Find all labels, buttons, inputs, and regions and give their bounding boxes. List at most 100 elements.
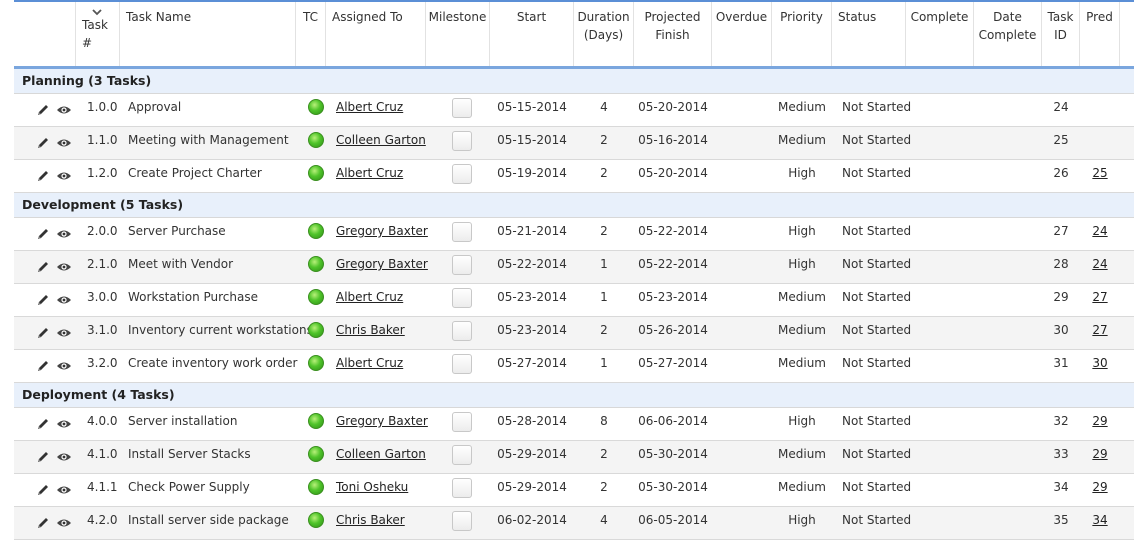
- column-header-milestone[interactable]: Milestone: [426, 2, 490, 66]
- predecessor[interactable]: [1080, 127, 1120, 159]
- predecessor-link[interactable]: 25: [1092, 166, 1107, 180]
- group-header[interactable]: Planning (3 Tasks): [14, 69, 1134, 94]
- milestone-checkbox[interactable]: [452, 445, 472, 465]
- predecessor-link[interactable]: 29: [1092, 447, 1107, 461]
- predecessor[interactable]: 34: [1080, 507, 1120, 539]
- pencil-icon[interactable]: [36, 359, 50, 373]
- predecessor[interactable]: 27: [1080, 317, 1120, 349]
- table-row[interactable]: 4.1.0 Install Server Stacks Colleen Garton…: [14, 441, 1134, 474]
- column-header-priority[interactable]: Priority: [772, 2, 832, 66]
- milestone-checkbox[interactable]: [452, 478, 472, 498]
- milestone-checkbox[interactable]: [452, 321, 472, 341]
- eye-icon[interactable]: [56, 261, 72, 273]
- table-row[interactable]: 1.2.0 Create Project Charter Albert Cruz 05…: [14, 160, 1134, 193]
- table-row[interactable]: 2.0.0 Server Purchase Gregory Baxter 05-21-…: [14, 218, 1134, 251]
- predecessor-link[interactable]: 24: [1092, 224, 1107, 238]
- assigned-to[interactable]: Albert Cruz: [336, 160, 426, 192]
- assigned-to[interactable]: Chris Baker: [336, 507, 426, 539]
- table-row[interactable]: 1.1.0 Meeting with Management Colleen Gart…: [14, 127, 1134, 160]
- column-header-finish[interactable]: Projected Finish: [634, 2, 712, 66]
- assigned-to-link[interactable]: Gregory Baxter: [336, 224, 428, 238]
- predecessor[interactable]: 30: [1080, 350, 1120, 382]
- assigned-to[interactable]: Colleen Garton: [336, 441, 426, 473]
- table-row[interactable]: 2.1.0 Meet with Vendor Gregory Baxter 05-22…: [14, 251, 1134, 284]
- eye-icon[interactable]: [56, 170, 72, 182]
- eye-icon[interactable]: [56, 517, 72, 529]
- predecessor[interactable]: 29: [1080, 408, 1120, 440]
- milestone-checkbox[interactable]: [452, 354, 472, 374]
- assigned-to-link[interactable]: Albert Cruz: [336, 356, 403, 370]
- predecessor[interactable]: 27: [1080, 284, 1120, 316]
- column-header-start[interactable]: Start: [490, 2, 574, 66]
- pencil-icon[interactable]: [36, 293, 50, 307]
- eye-icon[interactable]: [56, 418, 72, 430]
- column-header-duration[interactable]: Duration (Days): [574, 2, 634, 66]
- assigned-to[interactable]: Toni Osheku: [336, 474, 426, 506]
- assigned-to-link[interactable]: Gregory Baxter: [336, 257, 428, 271]
- pencil-icon[interactable]: [36, 483, 50, 497]
- eye-icon[interactable]: [56, 360, 72, 372]
- assigned-to-link[interactable]: Gregory Baxter: [336, 414, 428, 428]
- assigned-to-link[interactable]: Chris Baker: [336, 323, 405, 337]
- milestone-checkbox[interactable]: [452, 412, 472, 432]
- table-row[interactable]: 3.1.0 Inventory current workstations Chris…: [14, 317, 1134, 350]
- table-row[interactable]: 4.0.0 Server installation Gregory Baxter 05…: [14, 408, 1134, 441]
- predecessor[interactable]: 24: [1080, 218, 1120, 250]
- predecessor[interactable]: 29: [1080, 474, 1120, 506]
- column-header-assigned[interactable]: Assigned To: [326, 2, 426, 66]
- milestone-checkbox[interactable]: [452, 98, 472, 118]
- column-header-task-name[interactable]: Task Name: [120, 2, 296, 66]
- predecessor-link[interactable]: 27: [1092, 323, 1107, 337]
- predecessor-link[interactable]: 30: [1092, 356, 1107, 370]
- eye-icon[interactable]: [56, 137, 72, 149]
- table-row[interactable]: 3.2.0 Create inventory work order Albert C…: [14, 350, 1134, 383]
- milestone-checkbox[interactable]: [452, 255, 472, 275]
- pencil-icon[interactable]: [36, 169, 50, 183]
- milestone-checkbox[interactable]: [452, 131, 472, 151]
- milestone-checkbox[interactable]: [452, 222, 472, 242]
- table-row[interactable]: 4.2.0 Install server side package Chris Ba…: [14, 507, 1134, 540]
- pencil-icon[interactable]: [36, 326, 50, 340]
- pencil-icon[interactable]: [36, 227, 50, 241]
- pencil-icon[interactable]: [36, 450, 50, 464]
- pencil-icon[interactable]: [36, 136, 50, 150]
- eye-icon[interactable]: [56, 228, 72, 240]
- column-header-status[interactable]: Status: [832, 2, 906, 66]
- predecessor[interactable]: [1080, 94, 1120, 126]
- assigned-to[interactable]: Albert Cruz: [336, 94, 426, 126]
- assigned-to[interactable]: Colleen Garton: [336, 127, 426, 159]
- predecessor-link[interactable]: 29: [1092, 414, 1107, 428]
- eye-icon[interactable]: [56, 484, 72, 496]
- eye-icon[interactable]: [56, 294, 72, 306]
- table-row[interactable]: 3.0.0 Workstation Purchase Albert Cruz 05-2…: [14, 284, 1134, 317]
- assigned-to[interactable]: Gregory Baxter: [336, 408, 428, 440]
- column-header-complete[interactable]: Complete: [906, 2, 974, 66]
- eye-icon[interactable]: [56, 451, 72, 463]
- predecessor-link[interactable]: 27: [1092, 290, 1107, 304]
- pencil-icon[interactable]: [36, 260, 50, 274]
- column-header-tc[interactable]: TC: [296, 2, 326, 66]
- group-header[interactable]: Deployment (4 Tasks): [14, 383, 1134, 408]
- predecessor-link[interactable]: 29: [1092, 480, 1107, 494]
- column-header-task-id[interactable]: Task ID: [1042, 2, 1080, 66]
- predecessor-link[interactable]: 34: [1092, 513, 1107, 527]
- milestone-checkbox[interactable]: [452, 511, 472, 531]
- assigned-to-link[interactable]: Albert Cruz: [336, 100, 403, 114]
- pencil-icon[interactable]: [36, 103, 50, 117]
- column-header-pred[interactable]: Pred: [1080, 2, 1120, 66]
- assigned-to[interactable]: Albert Cruz: [336, 284, 426, 316]
- column-header-task-num[interactable]: Task #: [76, 2, 120, 66]
- assigned-to[interactable]: Gregory Baxter: [336, 218, 428, 250]
- table-row[interactable]: 1.0.0 Approval Albert Cruz 05-15-2014 4 05-20…: [14, 94, 1134, 127]
- assigned-to-link[interactable]: Albert Cruz: [336, 290, 403, 304]
- pencil-icon[interactable]: [36, 516, 50, 530]
- column-header-date-complete[interactable]: Date Complete: [974, 2, 1042, 66]
- assigned-to[interactable]: Albert Cruz: [336, 350, 426, 382]
- assigned-to-link[interactable]: Chris Baker: [336, 513, 405, 527]
- table-row[interactable]: 4.1.1 Check Power Supply Toni Osheku 05-29-…: [14, 474, 1134, 507]
- predecessor[interactable]: 24: [1080, 251, 1120, 283]
- group-header[interactable]: Development (5 Tasks): [14, 193, 1134, 218]
- pencil-icon[interactable]: [36, 417, 50, 431]
- eye-icon[interactable]: [56, 104, 72, 116]
- assigned-to[interactable]: Chris Baker: [336, 317, 426, 349]
